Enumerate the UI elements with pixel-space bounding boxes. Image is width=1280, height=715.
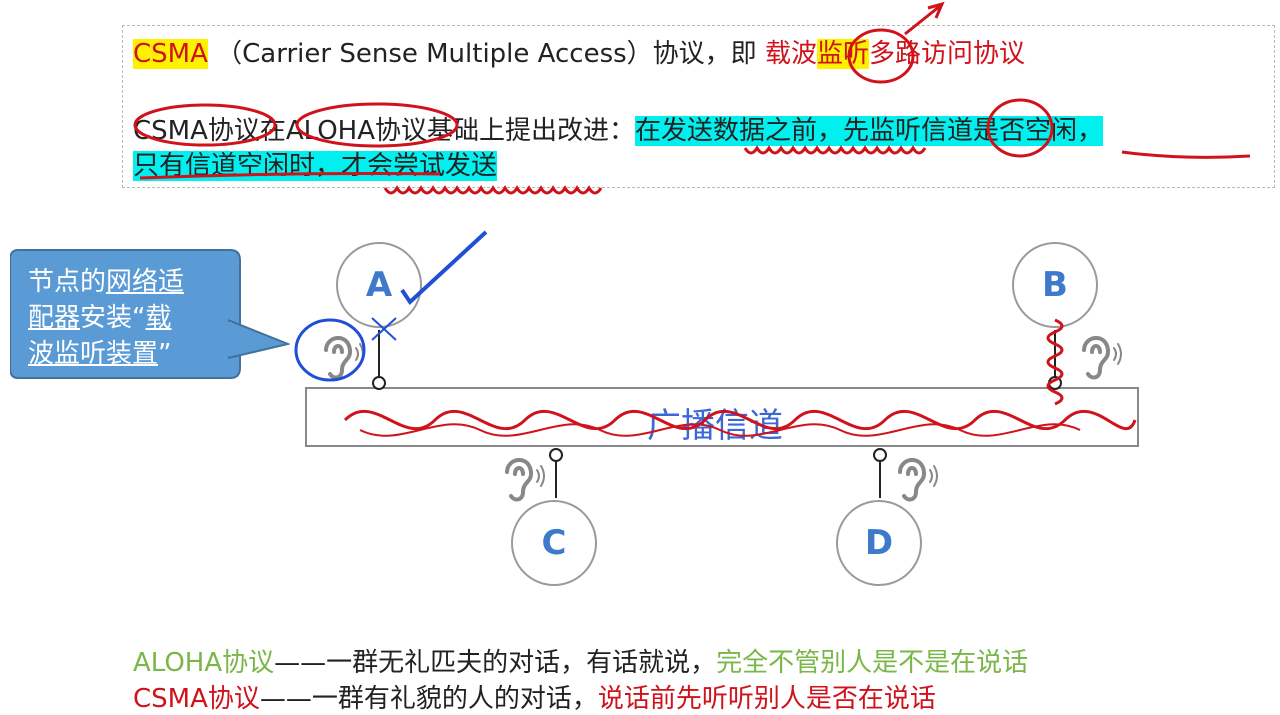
node-c-label: C xyxy=(541,523,567,563)
csma-intro: CSMA协议在ALOHA协议基础上提出改进： xyxy=(133,116,636,146)
ear-icon xyxy=(324,336,364,380)
improvement-text-2: 只有信道空闲时，才会尝试发送 xyxy=(133,151,498,181)
callout-text-1: 节点的 xyxy=(28,267,107,297)
channel-label: 广播信道 xyxy=(647,406,783,446)
aloha-description: ——一群无礼匹夫的对话，有话就说， xyxy=(274,648,717,678)
node-d: D xyxy=(836,500,922,586)
csma-comparison: CSMA协议——一群有礼貌的人的对话，说话前先听听别人是否在说话 xyxy=(133,678,936,715)
improvement-text-1: 在发送数据之前，先监听信道是否空闲， xyxy=(635,116,1104,146)
csma-definition: CSMA （Carrier Sense Multiple Access）协议，即… xyxy=(133,33,1025,70)
node-b: B xyxy=(1012,242,1098,328)
node-d-label: D xyxy=(864,523,894,563)
csma-improvement-line2: 只有信道空闲时，才会尝试发送 xyxy=(133,145,498,182)
csma-description: ——一群有礼貌的人的对话， xyxy=(259,684,598,714)
csma-cn-part2: 多路访问协议 xyxy=(868,39,1025,69)
csma-full-name: （Carrier Sense Multiple Access）协议，即 xyxy=(216,39,757,69)
callout-text-7: ” xyxy=(158,339,172,369)
aloha-comparison: ALOHA协议——一群无礼匹夫的对话，有话就说，完全不管别人是不是在说话 xyxy=(133,642,1028,679)
callout-text-4: 安装“ xyxy=(80,303,146,333)
node-c: C xyxy=(511,500,597,586)
csma-abbr: CSMA xyxy=(133,39,208,69)
ear-icon xyxy=(1082,336,1122,380)
callout-text-6: 波监听装置 xyxy=(28,339,159,369)
ear-icon xyxy=(505,458,545,502)
csma-cn-highlight: 监听 xyxy=(816,39,869,69)
aloha-note: 完全不管别人是不是在说话 xyxy=(716,648,1029,678)
csma-cn-part1: 载波 xyxy=(764,39,817,69)
ear-icon xyxy=(898,458,938,502)
node-a-label: A xyxy=(365,265,393,305)
callout-text-5: 载 xyxy=(145,303,172,333)
csma-note: 说话前先听听别人是否在说话 xyxy=(597,684,936,714)
csma-improvement-line1: CSMA协议在ALOHA协议基础上提出改进：在发送数据之前，先监听信道是否空闲， xyxy=(133,110,1104,147)
aloha-name: ALOHA协议 xyxy=(133,648,275,678)
callout-text: 节点的网络适 配器安装“载 波监听装置” xyxy=(28,264,228,372)
node-a: A xyxy=(336,242,422,328)
callout-text-3: 配器 xyxy=(28,303,81,333)
callout-text-2: 网络适 xyxy=(106,267,185,297)
csma-name: CSMA协议 xyxy=(133,684,260,714)
callout-pointer xyxy=(228,318,290,360)
node-b-label: B xyxy=(1042,265,1068,305)
